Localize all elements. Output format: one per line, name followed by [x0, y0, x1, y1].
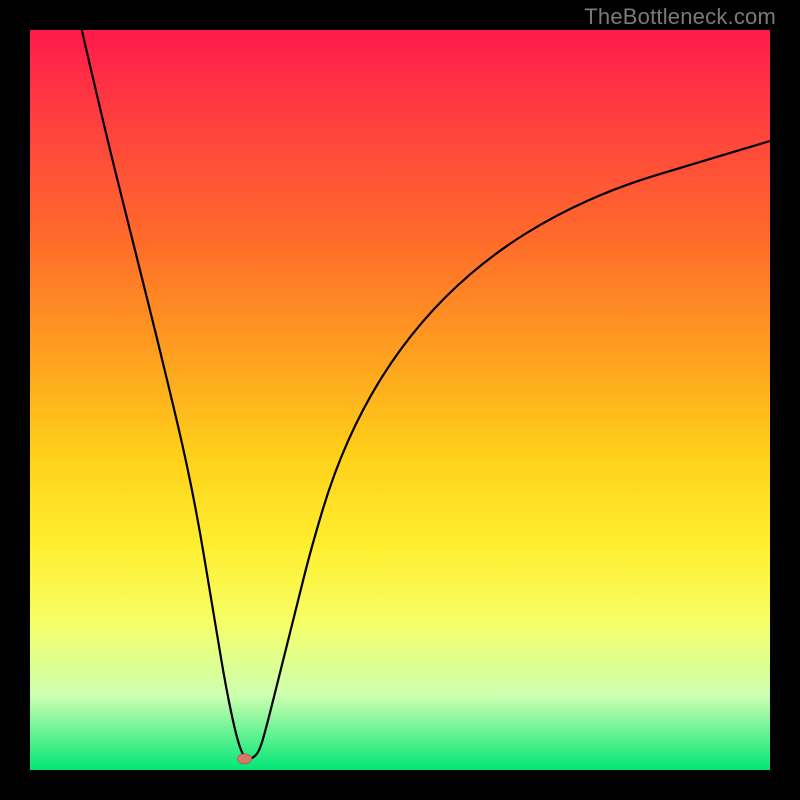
- plot-area: [30, 30, 770, 770]
- curve-svg: [30, 30, 770, 770]
- bottleneck-curve: [82, 30, 770, 759]
- attribution-text: TheBottleneck.com: [584, 4, 776, 30]
- chart-frame: TheBottleneck.com: [0, 0, 800, 800]
- optimal-point-marker: [238, 754, 252, 764]
